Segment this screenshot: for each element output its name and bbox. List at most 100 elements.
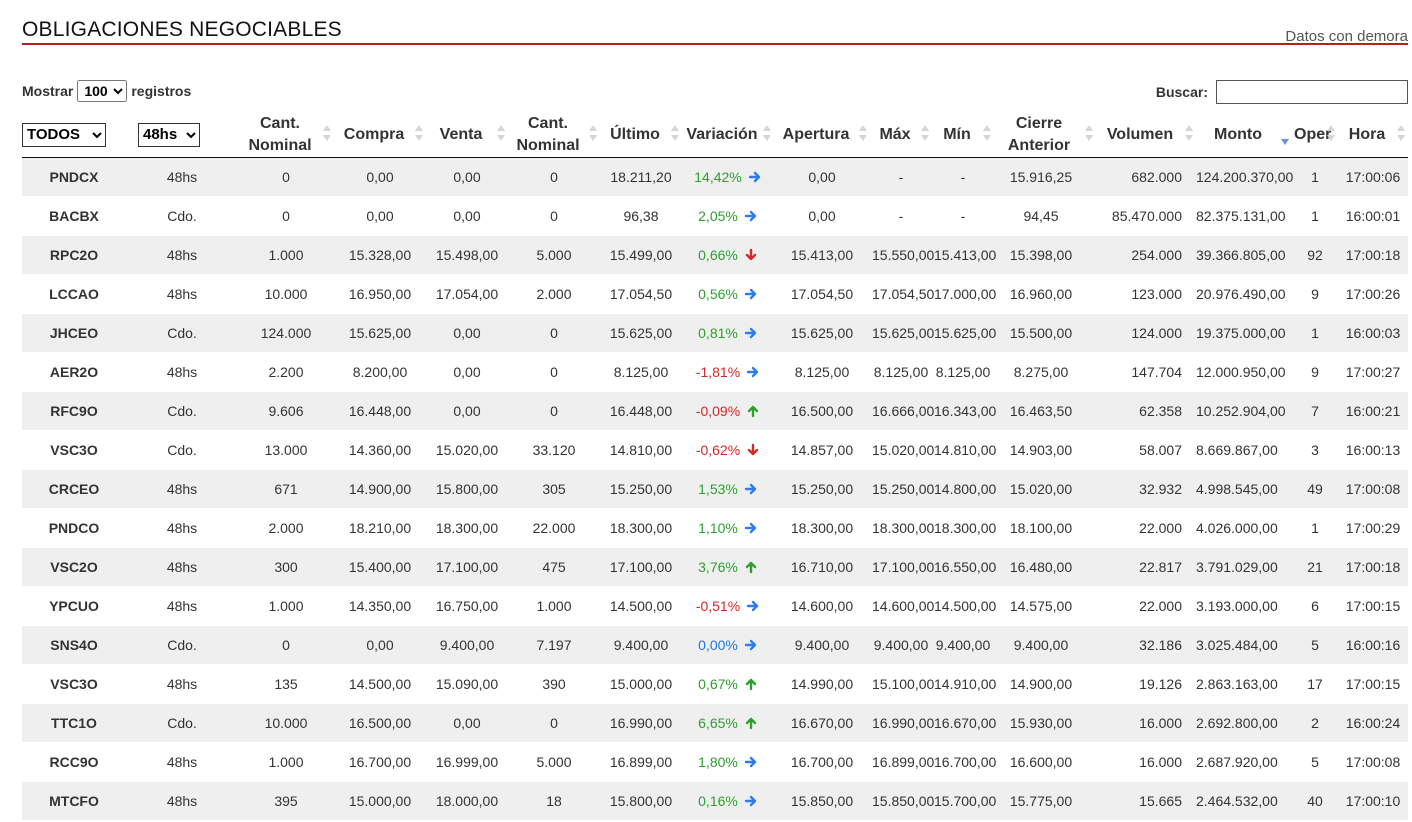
title-divider xyxy=(22,43,1408,45)
table-row[interactable]: LCCAO 48hs 10.000 16.950,00 17.054,00 2.000 17… xyxy=(22,274,1408,314)
cell-venta: 0,00 xyxy=(426,352,508,392)
page-length-select[interactable]: 100 xyxy=(77,80,128,102)
sort-icon xyxy=(1185,125,1193,143)
cell-plazo: 48hs xyxy=(126,235,238,275)
table-row[interactable]: VSC2O 48hs 300 15.400,00 17.100,00 475 17.100,… xyxy=(22,547,1408,587)
cell-cant-venta: 22.000 xyxy=(508,508,600,548)
header-row: TODOS 48hs Cant. Nominal Compra Venta Ca… xyxy=(22,112,1408,158)
col-header[interactable]: Monto xyxy=(1196,112,1292,158)
cell-min: - xyxy=(932,157,994,197)
cell-oper: 5 xyxy=(1292,742,1338,782)
col-header[interactable]: Volumen xyxy=(1096,112,1196,158)
cell-hora: 16:00:03 xyxy=(1338,313,1408,353)
cell-cierre: 16.480,00 xyxy=(994,547,1096,587)
col-header[interactable]: Cierre Anterior xyxy=(994,112,1096,158)
col-header[interactable]: Cant. Nominal xyxy=(238,112,334,158)
especie-filter-select[interactable]: TODOS xyxy=(22,122,106,147)
table-row[interactable]: CRCEO 48hs 671 14.900,00 15.800,00 305 15.250,… xyxy=(22,469,1408,509)
col-header-label: Máx xyxy=(879,125,911,143)
cell-especie: VSC3O xyxy=(22,664,126,704)
table-row[interactable]: MTCFO 48hs 395 15.000,00 18.000,00 18 15.800,0… xyxy=(22,781,1408,821)
table-row[interactable]: AER2O 48hs 2.200 8.200,00 0,00 0 8.125,00 -1,81… xyxy=(22,352,1408,392)
arrow-right-icon xyxy=(744,287,758,301)
cell-cierre: 94,45 xyxy=(994,196,1096,236)
cell-cant-compra: 135 xyxy=(238,664,334,704)
cell-apertura: 14.990,00 xyxy=(774,664,870,704)
table-row[interactable]: SNS4O Cdo. 0 0,00 9.400,00 7.197 9.400,00 0,00%… xyxy=(22,625,1408,665)
cell-hora: 16:00:21 xyxy=(1338,391,1408,431)
cell-hora: 17:00:08 xyxy=(1338,469,1408,509)
cell-apertura: 15.850,00 xyxy=(774,781,870,821)
cell-ultimo: 8.125,00 xyxy=(600,352,682,392)
cell-monto: 82.375.131,00 xyxy=(1196,196,1292,236)
cell-apertura: 16.700,00 xyxy=(774,742,870,782)
cell-variacion: 0,67% xyxy=(682,664,774,704)
cell-monto: 2.687.920,00 xyxy=(1196,742,1292,782)
table-row[interactable]: VSC3O Cdo. 13.000 14.360,00 15.020,00 33.120 1… xyxy=(22,430,1408,470)
cell-oper: 17 xyxy=(1292,664,1338,704)
col-header[interactable]: Variación xyxy=(682,112,774,158)
cell-cierre: 9.400,00 xyxy=(994,625,1096,665)
cell-compra: 0,00 xyxy=(334,196,426,236)
arrow-up-icon xyxy=(744,716,758,730)
search-label: Buscar: xyxy=(1155,84,1208,100)
arrow-right-icon xyxy=(744,521,758,535)
cell-ultimo: 15.000,00 xyxy=(600,664,682,704)
table-row[interactable]: YPCUO 48hs 1.000 14.350,00 16.750,00 1.000 14.… xyxy=(22,586,1408,626)
col-header[interactable]: Compra xyxy=(334,112,426,158)
cell-oper: 49 xyxy=(1292,469,1338,509)
cell-cant-compra: 395 xyxy=(238,781,334,821)
arrow-up-icon xyxy=(744,677,758,691)
table-row[interactable]: BACBX Cdo. 0 0,00 0,00 0 96,38 2,05% 0,00- -94,45… xyxy=(22,196,1408,236)
cell-variacion: -1,81% xyxy=(682,352,774,392)
cell-especie: MTCFO xyxy=(22,781,126,821)
cell-variacion: 1,80% xyxy=(682,742,774,782)
cell-apertura: 14.600,00 xyxy=(774,586,870,626)
cell-max: 15.625,00 xyxy=(870,313,934,353)
col-header[interactable]: Hora xyxy=(1338,112,1408,158)
cell-cant-venta: 1.000 xyxy=(508,586,600,626)
cell-oper: 1 xyxy=(1292,313,1338,353)
cell-apertura: 0,00 xyxy=(774,157,870,197)
cell-compra: 8.200,00 xyxy=(334,352,426,392)
table-row[interactable]: PNDCX 48hs 0 0,00 0,00 0 18.211,20 14,42% 0,00- -… xyxy=(22,157,1408,197)
col-header[interactable]: Cant. Nominal xyxy=(508,112,600,158)
cell-plazo: 48hs xyxy=(126,547,238,587)
table-row[interactable]: RFC9O Cdo. 9.606 16.448,00 0,00 0 16.448,00 -0,… xyxy=(22,391,1408,431)
table-row[interactable]: TTC1O Cdo. 10.000 16.500,00 0,00 0 16.990,00 6,… xyxy=(22,703,1408,743)
cell-monto: 10.252.904,00 xyxy=(1196,391,1292,431)
search-input[interactable] xyxy=(1216,80,1408,104)
col-header[interactable]: Apertura xyxy=(774,112,870,158)
cell-variacion: -0,51% xyxy=(682,586,774,626)
cell-monto: 2.863.163,00 xyxy=(1196,664,1292,704)
col-header-label: Monto xyxy=(1214,125,1262,143)
sort-icon xyxy=(859,125,867,143)
table-row[interactable]: RCC9O 48hs 1.000 16.700,00 16.999,00 5.000 16.… xyxy=(22,742,1408,782)
cell-volumen: 15.665 xyxy=(1096,781,1196,821)
table-row[interactable]: VSC3O 48hs 135 14.500,00 15.090,00 390 15.000,… xyxy=(22,664,1408,704)
col-header[interactable]: Máx xyxy=(870,112,932,158)
cell-cierre: 18.100,00 xyxy=(994,508,1096,548)
cell-max: 15.550,00 xyxy=(870,235,934,275)
cell-venta: 16.750,00 xyxy=(426,586,508,626)
col-header[interactable]: Último xyxy=(600,112,682,158)
table-row[interactable]: RPC2O 48hs 1.000 15.328,00 15.498,00 5.000 15.… xyxy=(22,235,1408,275)
cell-especie: YPCUO xyxy=(22,586,126,626)
cell-variacion: -0,62% xyxy=(682,430,774,470)
table-row[interactable]: PNDCO 48hs 2.000 18.210,00 18.300,00 22.000 18… xyxy=(22,508,1408,548)
cell-apertura: 0,00 xyxy=(774,196,870,236)
cell-cierre: 15.930,00 xyxy=(994,703,1096,743)
cell-cant-venta: 5.000 xyxy=(508,235,600,275)
cell-ultimo: 15.800,00 xyxy=(600,781,682,821)
cell-cant-compra: 10.000 xyxy=(238,703,334,743)
cell-min: 17.000,00 xyxy=(932,274,996,314)
table-row[interactable]: JHCEO Cdo. 124.000 15.625,00 0,00 0 15.625,00 0… xyxy=(22,313,1408,353)
variation-value: 2,05% xyxy=(698,208,738,224)
col-header[interactable]: Mín xyxy=(932,112,994,158)
col-header[interactable]: Venta xyxy=(426,112,508,158)
variation-value: 0,56% xyxy=(698,286,738,302)
col-header[interactable]: Oper xyxy=(1292,112,1338,158)
plazo-filter-select[interactable]: 48hs xyxy=(138,122,200,147)
cell-hora: 16:00:01 xyxy=(1338,196,1408,236)
cell-max: 16.990,00 xyxy=(870,703,934,743)
